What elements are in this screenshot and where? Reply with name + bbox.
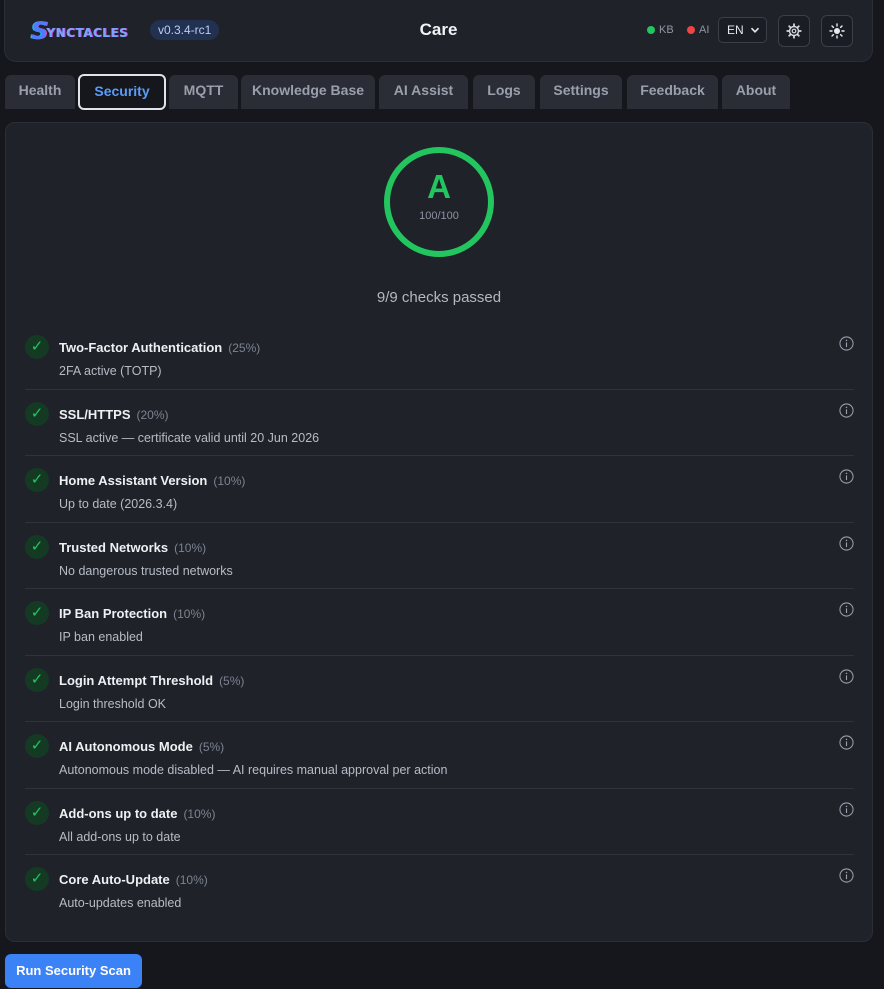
info-icon[interactable]	[839, 402, 854, 418]
check-name: Add-ons up to date	[59, 805, 178, 821]
check-row-ip-ban: ✓ IP Ban Protection (10%) IP ban enabled	[25, 589, 854, 656]
check-row-trusted-networks: ✓ Trusted Networks (10%) No dangerous tru…	[25, 523, 854, 589]
check-row-core-auto-update: ✓ Core Auto-Update (10%) Auto-updates ena…	[25, 855, 854, 922]
check-name: Login Attempt Threshold	[59, 672, 214, 688]
check-description: 2FA active (TOTP)	[59, 364, 162, 378]
language-value: EN	[727, 23, 744, 37]
check-weight: (10%)	[175, 873, 208, 887]
check-row-two-factor: ✓ Two-Factor Authentication (25%) 2FA act…	[25, 323, 854, 390]
security-grade-badge: A 100/100	[384, 147, 494, 257]
checkmark-icon: ✓	[25, 734, 49, 758]
check-name: Core Auto-Update	[59, 872, 170, 887]
kb-status: KB	[647, 24, 674, 36]
check-name: Trusted Networks	[59, 539, 169, 555]
tab-feedback[interactable]: Feedback	[627, 75, 718, 109]
ai-status: AI	[687, 24, 709, 36]
security-panel: A 100/100 9/9 checks passed ✓ Two-Factor…	[5, 122, 873, 942]
check-weight: (5%)	[198, 740, 225, 754]
info-icon[interactable]	[839, 469, 854, 484]
check-description: SSL active — certificate valid until 20 …	[59, 430, 320, 445]
check-row-ssl: ✓ SSL/HTTPS (20%) SSL active — certificat…	[25, 390, 854, 456]
check-weight: (10%)	[174, 540, 207, 555]
info-icon[interactable]	[839, 801, 854, 817]
run-security-scan-button[interactable]: Run Security Scan	[5, 954, 142, 988]
language-select[interactable]: EN	[718, 17, 767, 43]
check-name: Home Assistant Version	[59, 473, 208, 488]
check-description: Autonomous mode disabled — AI requires m…	[59, 763, 448, 777]
tab-security[interactable]: Security	[78, 74, 166, 110]
check-row-ai-autonomous: ✓ AI Autonomous Mode (5%) Autonomous mode…	[25, 722, 854, 789]
info-icon[interactable]	[839, 336, 854, 351]
theme-toggle-button[interactable]	[821, 15, 853, 47]
kb-status-dot	[647, 26, 655, 34]
checkmark-icon: ✓	[25, 867, 49, 891]
checkmark-icon: ✓	[25, 800, 49, 825]
chevron-down-icon	[750, 27, 760, 33]
check-name: Two-Factor Authentication	[59, 340, 223, 355]
check-description: All add-ons up to date	[59, 829, 181, 844]
security-checks-list: ✓ Two-Factor Authentication (25%) 2FA act…	[25, 323, 854, 922]
check-row-addons: ✓ Add-ons up to date (10%) All add-ons up…	[25, 789, 854, 855]
ai-status-label: AI	[699, 24, 710, 36]
check-weight: (20%)	[136, 407, 169, 422]
tab-ai-assist[interactable]: AI Assist	[379, 75, 468, 109]
tab-knowledge-base[interactable]: Knowledge Base	[241, 75, 375, 109]
checkmark-icon: ✓	[25, 401, 49, 426]
checkmark-icon: ✓	[25, 335, 49, 359]
check-description: IP ban enabled	[59, 630, 143, 644]
check-row-ha-version: ✓ Home Assistant Version (10%) Up to date…	[25, 456, 854, 523]
checkmark-icon: ✓	[25, 534, 49, 559]
check-weight: (25%)	[228, 341, 261, 355]
check-description: Login threshold OK	[59, 696, 167, 711]
check-description: Up to date (2026.3.4)	[59, 497, 178, 511]
checkmark-icon: ✓	[25, 601, 49, 625]
info-icon[interactable]	[839, 735, 854, 750]
ai-status-dot	[687, 26, 695, 34]
tab-logs[interactable]: Logs	[473, 75, 535, 109]
sun-icon	[829, 23, 845, 39]
check-description: Auto-updates enabled	[59, 896, 182, 910]
check-description: No dangerous trusted networks	[59, 563, 233, 578]
info-icon[interactable]	[839, 668, 854, 684]
check-weight: (10%)	[173, 607, 206, 621]
security-grade: A	[427, 168, 451, 205]
gear-icon	[786, 23, 802, 39]
check-row-login-threshold: ✓ Login Attempt Threshold (5%) Login thre…	[25, 656, 854, 722]
tab-health[interactable]: Health	[5, 75, 75, 109]
tab-settings[interactable]: Settings	[540, 75, 622, 109]
tab-mqtt[interactable]: MQTT	[169, 75, 238, 109]
info-icon[interactable]	[839, 602, 854, 617]
check-weight: (5%)	[219, 673, 245, 688]
app-header: S YNCTACLES v0.3.4-rc1 Care KB AI EN	[4, 0, 873, 62]
info-icon[interactable]	[839, 535, 854, 551]
kb-status-label: KB	[659, 24, 674, 36]
check-name: SSL/HTTPS	[59, 406, 131, 422]
tab-about[interactable]: About	[722, 75, 790, 109]
check-weight: (10%)	[213, 474, 246, 488]
info-icon[interactable]	[839, 868, 854, 883]
checkmark-icon: ✓	[25, 468, 49, 492]
check-name: IP Ban Protection	[59, 606, 168, 621]
check-name: AI Autonomous Mode	[59, 739, 193, 754]
settings-button[interactable]	[778, 15, 810, 47]
checkmark-icon: ✓	[25, 667, 49, 692]
check-weight: (10%)	[183, 806, 216, 821]
checks-summary: 9/9 checks passed	[376, 289, 502, 306]
security-score: 100/100	[419, 210, 459, 222]
